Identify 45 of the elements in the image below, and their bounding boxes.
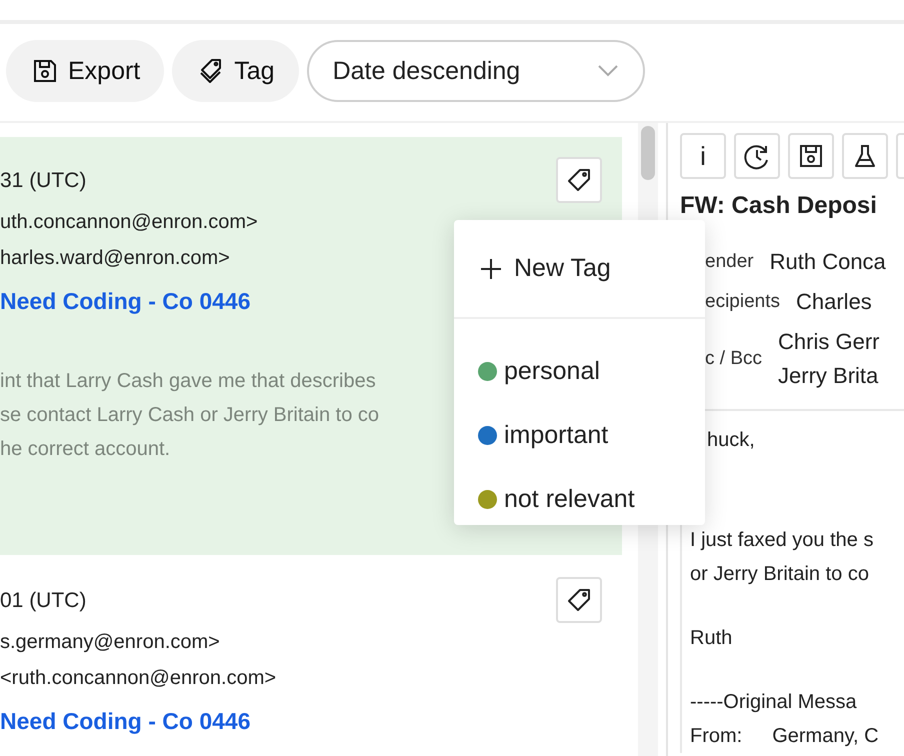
email-body-text: or Jerry Britain to co [690, 562, 870, 587]
scrollbar[interactable] [641, 126, 655, 180]
toolbar-button[interactable] [788, 133, 834, 179]
email-body-text: huck, [707, 428, 756, 453]
toolbar-button[interactable] [734, 133, 780, 179]
recipient-address: harles.ward@enron.com> [0, 246, 230, 271]
message-date: 01 (UTC) [0, 589, 86, 613]
field-value: Charles [796, 288, 872, 316]
email-body-text: I just faxed you the s [690, 528, 874, 553]
history-icon [743, 142, 771, 170]
chevron-down-icon [596, 64, 619, 78]
message-subject[interactable]: Need Coding - Co 0446 [0, 706, 250, 736]
field-value: Ruth Conca [770, 248, 886, 276]
field-label: c / Bcc [705, 348, 762, 370]
message-date: 31 (UTC) [0, 169, 86, 193]
plus-icon [480, 258, 502, 280]
toolbar-button[interactable]: i [680, 133, 726, 179]
message-subject[interactable]: Need Coding - Co 0446 [0, 286, 250, 316]
flask-icon [852, 143, 878, 169]
recipient-address: <ruth.concannon@enron.com> [0, 666, 276, 691]
new-tag-item[interactable]: New Tag [454, 220, 705, 319]
message-preview: se contact Larry Cash or Jerry Britain to co [0, 403, 380, 428]
header-value: Germany, C [772, 724, 879, 749]
tag-button[interactable] [556, 157, 602, 203]
tag-button[interactable] [556, 577, 602, 623]
field-value: Jerry Brita [778, 362, 880, 390]
sender-address: uth.concannon@enron.com> [0, 210, 258, 235]
field-label: ender [705, 251, 754, 273]
sender-address: s.germany@enron.com> [0, 630, 220, 655]
email-body-text: Ruth [690, 626, 734, 651]
save-icon [798, 143, 824, 169]
message-preview: int that Larry Cash gave me that describes [0, 369, 376, 394]
toolbar-button[interactable]: Tag [172, 40, 299, 102]
save-icon [32, 58, 58, 84]
message-preview: he correct account. [0, 437, 170, 462]
email-subject: FW: Cash Deposi [680, 191, 878, 221]
tag-icon [566, 587, 592, 613]
header-label: From: [690, 724, 742, 749]
tag-icon [566, 167, 592, 193]
toolbar-button[interactable]: Export [6, 40, 164, 102]
sort-select[interactable]: Date descending [306, 40, 645, 102]
field-label: ecipients [705, 291, 780, 313]
toolbar-button[interactable] [842, 133, 888, 179]
field-value: Chris Gerr [778, 328, 880, 356]
email-body-text: -----Original Messa [690, 690, 858, 715]
